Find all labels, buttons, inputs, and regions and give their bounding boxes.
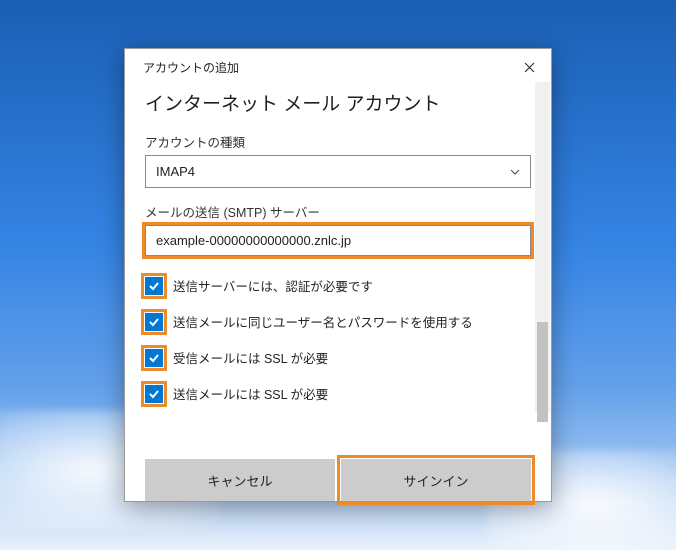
signin-button[interactable]: サインイン	[341, 459, 531, 501]
account-type-label: アカウントの種類	[145, 132, 531, 151]
checkbox-incoming-ssl[interactable]	[145, 349, 163, 367]
check-label: 受信メールには SSL が必要	[173, 348, 328, 367]
checkbox-same-credentials[interactable]	[145, 313, 163, 331]
scrollbar[interactable]	[535, 82, 550, 413]
checkbox-outgoing-ssl[interactable]	[145, 385, 163, 403]
dialog-titlebar: アカウントの追加	[125, 49, 551, 81]
check-row-outgoing-ssl: 送信メールには SSL が必要	[145, 384, 531, 403]
check-label: 送信メールに同じユーザー名とパスワードを使用する	[173, 312, 473, 331]
cancel-button-label: キャンセル	[207, 471, 272, 490]
signin-button-label: サインイン	[403, 471, 468, 490]
checkbox-auth-required[interactable]	[145, 277, 163, 295]
check-row-auth: 送信サーバーには、認証が必要です	[145, 276, 531, 295]
close-icon[interactable]	[519, 57, 539, 77]
smtp-input[interactable]	[145, 225, 531, 256]
scrollbar-thumb[interactable]	[537, 322, 548, 422]
checkbox-wrap	[145, 313, 163, 331]
cancel-button[interactable]: キャンセル	[145, 459, 335, 501]
account-type-select[interactable]: IMAP4	[145, 155, 531, 188]
checkbox-wrap	[145, 277, 163, 295]
checkbox-wrap	[145, 385, 163, 403]
check-row-same-creds: 送信メールに同じユーザー名とパスワードを使用する	[145, 312, 531, 331]
page-title: インターネット メール アカウント	[145, 89, 531, 116]
dialog-footer: キャンセル サインイン	[125, 459, 551, 501]
check-label: 送信サーバーには、認証が必要です	[173, 276, 373, 295]
smtp-field-highlight	[145, 225, 531, 256]
check-row-incoming-ssl: 受信メールには SSL が必要	[145, 348, 531, 367]
add-account-dialog: アカウントの追加 インターネット メール アカウント アカウントの種類 IMAP…	[124, 48, 552, 502]
check-label: 送信メールには SSL が必要	[173, 384, 328, 403]
dialog-title: アカウントの追加	[143, 59, 239, 76]
dialog-content: インターネット メール アカウント アカウントの種類 IMAP4 メールの送信 …	[125, 81, 551, 459]
chevron-down-icon	[510, 166, 520, 178]
account-type-value: IMAP4	[156, 164, 195, 179]
smtp-label: メールの送信 (SMTP) サーバー	[145, 202, 531, 221]
checkbox-wrap	[145, 349, 163, 367]
